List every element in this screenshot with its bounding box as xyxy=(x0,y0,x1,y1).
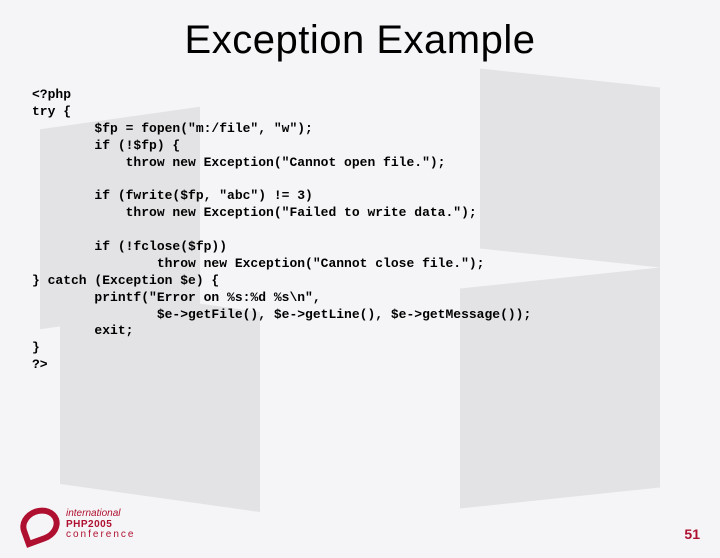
code-example: <?php try { $fp = fopen("m:/file", "w");… xyxy=(32,87,720,374)
logo-line3: conference xyxy=(66,530,135,541)
logo-text: international PHP2005 conference xyxy=(66,509,135,541)
logo-swoosh-icon xyxy=(15,502,64,548)
conference-logo: international PHP2005 conference xyxy=(20,508,135,542)
footer: international PHP2005 conference 51 xyxy=(0,498,720,548)
slide-title: Exception Example xyxy=(0,18,720,63)
